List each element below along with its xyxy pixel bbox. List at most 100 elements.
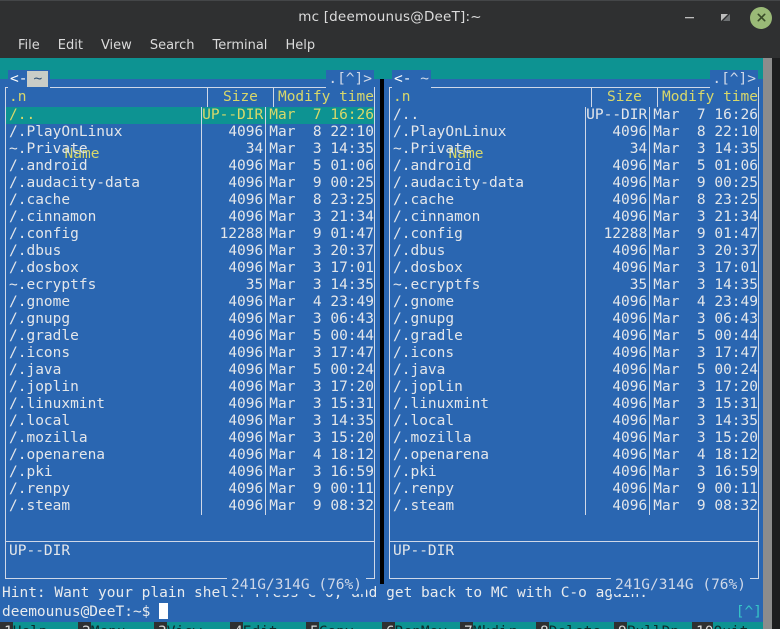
file-size: 4096 [200, 362, 265, 379]
file-modify-time: Mar 9 08:32 [265, 498, 374, 515]
fkey-edit[interactable]: 4Edit [230, 622, 306, 629]
right-panel-back-arrow[interactable]: <- [394, 71, 411, 87]
table-row[interactable]: /.linuxmint 4096 Mar 3 15:31 [390, 396, 758, 413]
table-row[interactable]: ~.ecryptfs 35 Mar 3 14:35 [6, 277, 374, 294]
table-row[interactable]: /.mozilla 4096 Mar 3 15:20 [390, 430, 758, 447]
left-col-size[interactable]: Size [206, 88, 273, 107]
table-row[interactable]: /.renpy 4096 Mar 9 00:11 [6, 481, 374, 498]
right-panel-path[interactable]: <- ~ [392, 70, 431, 88]
table-row[interactable]: /.. UP--DIR Mar 7 16:26 [6, 107, 374, 124]
table-row[interactable]: /.pki 4096 Mar 3 16:59 [390, 464, 758, 481]
table-row[interactable]: /.pki 4096 Mar 3 16:59 [6, 464, 374, 481]
table-row[interactable]: /.gnupg 4096 Mar 3 06:43 [6, 311, 374, 328]
table-row[interactable]: /.PlayOnLinux 4096 Mar 8 22:10 [6, 124, 374, 141]
table-row[interactable]: /.gradle 4096 Mar 5 00:44 [6, 328, 374, 345]
table-row[interactable]: /.config 12288 Mar 9 01:47 [6, 226, 374, 243]
close-icon[interactable] [750, 6, 772, 29]
table-row[interactable]: /.local 4096 Mar 3 14:35 [390, 413, 758, 430]
table-row[interactable]: /.renpy 4096 Mar 9 00:11 [390, 481, 758, 498]
table-row[interactable]: /.gnome 4096 Mar 4 23:49 [390, 294, 758, 311]
table-row[interactable]: /.android 4096 Mar 5 01:06 [6, 158, 374, 175]
table-row[interactable]: /.gnome 4096 Mar 4 23:49 [6, 294, 374, 311]
table-row[interactable]: /.PlayOnLinux 4096 Mar 8 22:10 [390, 124, 758, 141]
menu-help[interactable]: Help [276, 36, 324, 55]
prompt-up-indicator[interactable]: [^] [736, 603, 762, 622]
table-row[interactable]: /.local 4096 Mar 3 14:35 [6, 413, 374, 430]
menu-search[interactable]: Search [141, 36, 204, 55]
right-col-size[interactable]: Size [590, 88, 657, 107]
table-row[interactable]: /.. UP--DIR Mar 7 16:26 [390, 107, 758, 124]
fkey-delete[interactable]: 8Delete [536, 622, 614, 629]
left-panel[interactable]: <- ~ .[^]> .n Name Size Modify time /.. UP… [0, 70, 380, 594]
fkey-help[interactable]: 1Help [0, 622, 78, 629]
table-row[interactable]: /.config 12288 Mar 9 01:47 [390, 226, 758, 243]
table-row[interactable]: /.android 4096 Mar 5 01:06 [390, 158, 758, 175]
left-sort-marker[interactable]: .n [9, 88, 26, 107]
left-col-name[interactable]: .n Name [6, 88, 207, 162]
fkey-quit[interactable]: 10Quit [692, 622, 768, 629]
fkey-mkdir[interactable]: 7Mkdir [460, 622, 536, 629]
table-row[interactable]: /.steam 4096 Mar 9 08:32 [6, 498, 374, 515]
file-modify-time: Mar 5 01:06 [649, 158, 758, 175]
menu-edit[interactable]: Edit [49, 36, 92, 55]
table-row[interactable]: /.java 4096 Mar 5 00:24 [390, 362, 758, 379]
fkey-pulldn[interactable]: 9PullDn [614, 622, 692, 629]
file-modify-time: Mar 3 21:34 [649, 209, 758, 226]
right-panel-top-marker[interactable]: .[^]> [710, 70, 758, 88]
table-row[interactable]: ~.ecryptfs 35 Mar 3 14:35 [390, 277, 758, 294]
table-row[interactable]: /.icons 4096 Mar 3 17:47 [390, 345, 758, 362]
table-row[interactable]: /.cache 4096 Mar 8 23:25 [390, 192, 758, 209]
table-row[interactable]: /.openarena 4096 Mar 4 18:12 [390, 447, 758, 464]
file-modify-time: Mar 3 15:20 [265, 430, 374, 447]
table-row[interactable]: /.joplin 4096 Mar 3 17:20 [390, 379, 758, 396]
table-row[interactable]: ~.Private 34 Mar 3 14:35 [390, 141, 758, 158]
table-row[interactable]: /.steam 4096 Mar 9 08:32 [390, 498, 758, 515]
table-row[interactable]: /.mozilla 4096 Mar 3 15:20 [6, 430, 374, 447]
table-row[interactable]: /.dosbox 4096 Mar 3 17:01 [390, 260, 758, 277]
table-row[interactable]: /.dbus 4096 Mar 3 20:37 [390, 243, 758, 260]
table-row[interactable]: /.cinnamon 4096 Mar 3 21:34 [390, 209, 758, 226]
right-panel-file-list[interactable]: /.. UP--DIR Mar 7 16:26/.PlayOnLinux 4096 Ma… [390, 107, 758, 532]
menu-terminal[interactable]: Terminal [203, 36, 276, 55]
minimize-icon[interactable] [678, 7, 700, 29]
table-row[interactable]: /.openarena 4096 Mar 4 18:12 [6, 447, 374, 464]
table-row[interactable]: /.linuxmint 4096 Mar 3 15:31 [6, 396, 374, 413]
left-panel-back-arrow[interactable]: <- [10, 71, 27, 87]
maximize-icon[interactable] [714, 7, 736, 29]
right-panel-path-label[interactable]: ~ [420, 71, 429, 87]
right-col-name[interactable]: .n Name [390, 88, 591, 162]
left-col-time[interactable]: Modify time [272, 88, 374, 107]
right-panel[interactable]: <- ~ .[^]> .n Name Size Modify time /.. U… [384, 70, 764, 594]
table-row[interactable]: /.cache 4096 Mar 8 23:25 [6, 192, 374, 209]
table-row[interactable]: /.gradle 4096 Mar 5 00:44 [390, 328, 758, 345]
left-panel-file-list[interactable]: /.. UP--DIR Mar 7 16:26/.PlayOnLinux 4096 Ma… [6, 107, 374, 532]
table-row[interactable]: /.gnupg 4096 Mar 3 06:43 [390, 311, 758, 328]
table-row[interactable]: /.icons 4096 Mar 3 17:47 [6, 345, 374, 362]
menu-view[interactable]: View [92, 36, 141, 55]
fkey-copy[interactable]: 5Copy [306, 622, 382, 629]
table-row[interactable]: /.joplin 4096 Mar 3 17:20 [6, 379, 374, 396]
table-row[interactable]: /.audacity-data 4096 Mar 9 00:25 [6, 175, 374, 192]
left-panel-path[interactable]: <- ~ [8, 70, 51, 88]
shell-prompt-line[interactable]: deemounus@DeeT:~$ [^] [0, 603, 768, 622]
right-sort-marker[interactable]: .n [393, 88, 410, 107]
right-col-time[interactable]: Modify time [656, 88, 758, 107]
file-name: /.dbus [393, 243, 446, 259]
table-row[interactable]: /.dbus 4096 Mar 3 20:37 [6, 243, 374, 260]
table-row[interactable]: /.cinnamon 4096 Mar 3 21:34 [6, 209, 374, 226]
file-size: 4096 [584, 481, 649, 498]
menu-file[interactable]: File [9, 36, 49, 55]
terminal-scrollbar[interactable] [763, 58, 772, 629]
left-panel-path-label[interactable]: ~ [27, 71, 49, 87]
file-modify-time: Mar 3 16:59 [265, 464, 374, 481]
table-row[interactable]: /.dosbox 4096 Mar 3 17:01 [6, 260, 374, 277]
table-row[interactable]: /.audacity-data 4096 Mar 9 00:25 [390, 175, 758, 192]
fkey-renmov[interactable]: 6RenMov [382, 622, 460, 629]
fkey-view[interactable]: 3View [154, 622, 230, 629]
left-panel-top-marker[interactable]: .[^]> [326, 70, 374, 88]
table-row[interactable]: ~.Private 34 Mar 3 14:35 [6, 141, 374, 158]
fkey-menu[interactable]: 2Menu [78, 622, 154, 629]
file-size: 4096 [584, 260, 649, 277]
table-row[interactable]: /.java 4096 Mar 5 00:24 [6, 362, 374, 379]
file-modify-time: Mar 9 01:47 [649, 226, 758, 243]
